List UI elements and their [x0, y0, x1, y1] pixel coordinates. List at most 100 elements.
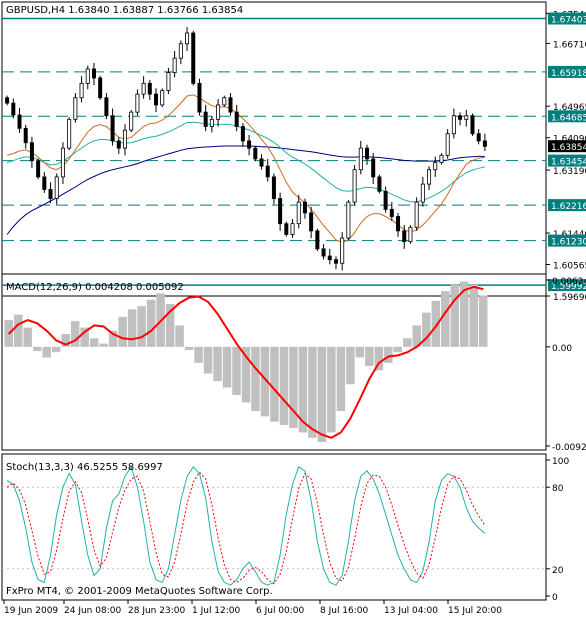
candle-bear [154, 94, 157, 105]
candle-bear [192, 33, 195, 83]
time-tick-label: 28 Jun 23:00 [128, 606, 185, 616]
macd-tick-label: 0.00 [552, 344, 572, 354]
macd-bar [270, 347, 278, 422]
candle-bull [465, 116, 468, 120]
stoch-panel-label: Stoch(13,3,3) 46.5255 58.6997 [6, 462, 163, 473]
candle-bull [446, 134, 449, 156]
macd-tick-label: 0.006247 [552, 277, 586, 287]
macd-bar [52, 347, 60, 352]
macd-bar [365, 347, 373, 366]
candle-bull [142, 83, 145, 94]
candle-bear [483, 141, 486, 146]
candle-bull [427, 170, 430, 184]
stoch-tick-label: 100 [552, 457, 569, 467]
time-tick-label: 19 Jun 2009 [4, 606, 58, 616]
time-tick-label: 15 Jul 20:00 [448, 606, 502, 616]
time-tick-label: 8 Jul 16:00 [320, 606, 369, 616]
candle-bear [241, 127, 244, 141]
stoch-tick-label: 0 [552, 593, 558, 603]
candle-bear [365, 148, 368, 159]
candle-bear [117, 141, 120, 148]
candle-bull [173, 58, 176, 72]
macd-bar [451, 285, 459, 347]
price-tick-label: 1.66710 [553, 40, 586, 50]
candle-bull [223, 98, 226, 105]
macd-bar [223, 347, 231, 388]
macd-bar [118, 317, 126, 347]
candle-bull [136, 94, 139, 112]
candle-bear [471, 116, 474, 134]
level-tag-label: 1.64685 [551, 113, 586, 123]
candle-bull [167, 73, 170, 91]
macd-bar [327, 347, 335, 433]
candle-bear [92, 69, 95, 78]
candle-bull [347, 202, 350, 238]
candle-bear [204, 112, 207, 126]
macd-bar [194, 347, 202, 363]
chart-canvas: 1.675401.667101.649651.640901.631901.614… [0, 0, 586, 618]
candle-bull [55, 177, 58, 199]
candle-bear [260, 159, 263, 166]
macd-panel-label: MACD(12,26,9) 0.004208 0.005092 [6, 282, 184, 293]
macd-tick-label: -0.00927 [552, 443, 586, 453]
candle-bear [477, 134, 480, 141]
candle-bull [452, 116, 455, 134]
macd-bar [289, 347, 297, 428]
candle-bear [266, 166, 269, 177]
candle-bear [378, 177, 381, 191]
candle-bull [74, 98, 77, 120]
candle-bull [123, 130, 126, 148]
macd-bar [204, 347, 212, 374]
candle-bear [248, 141, 251, 148]
candle-bull [415, 202, 418, 227]
candle-bull [61, 148, 64, 177]
candle-bear [99, 78, 102, 98]
macd-bar [137, 306, 145, 347]
macd-bar [384, 347, 392, 363]
candle-bear [43, 177, 46, 190]
level-tag-label: 1.61230 [551, 238, 586, 248]
watermark: FxPro MT4, © 2001-2009 MetaQuotes Softwa… [6, 586, 273, 597]
candle-bull [179, 44, 182, 58]
candle-bear [372, 159, 375, 177]
candle-bull [440, 155, 443, 162]
time-tick-label: 24 Jun 08:00 [64, 606, 121, 616]
macd-bar [23, 328, 31, 347]
macd-bar [394, 347, 402, 352]
candle-bear [334, 260, 337, 264]
macd-bar [71, 321, 79, 347]
macd-bar [337, 347, 345, 411]
level-tag-label: 1.62216 [551, 202, 586, 212]
candle-bear [279, 198, 282, 223]
candle-bear [105, 98, 108, 116]
time-tick-label: 13 Jul 04:00 [384, 606, 438, 616]
candle-bull [80, 83, 83, 97]
candle-bull [353, 170, 356, 202]
candle-bear [285, 224, 288, 235]
macd-bar [128, 309, 136, 346]
candle-bear [303, 202, 306, 213]
price-tick-label: 1.59690 [553, 293, 586, 303]
candle-bear [390, 209, 393, 216]
candle-bear [254, 148, 257, 159]
candle-bull [216, 105, 219, 119]
candle-bear [316, 231, 319, 249]
macd-bar [308, 347, 316, 438]
macd-bar [470, 285, 478, 347]
current-price-label: 1.63854 [551, 143, 586, 153]
level-tag-label: 1.67403 [551, 15, 586, 25]
chart-window: 1.675401.667101.649651.640901.631901.614… [0, 0, 586, 618]
candle-bear [229, 98, 232, 112]
background [0, 0, 586, 618]
candle-bull [185, 33, 188, 44]
candle-bear [37, 161, 40, 177]
stoch-tick-label: 20 [552, 566, 564, 576]
macd-bar [42, 347, 50, 358]
candle-bull [409, 227, 412, 241]
candle-bull [68, 119, 71, 148]
candle-bull [434, 163, 437, 170]
candle-bear [49, 189, 52, 198]
candle-bear [458, 116, 461, 120]
macd-bar [441, 291, 449, 347]
macd-bar [185, 347, 193, 350]
